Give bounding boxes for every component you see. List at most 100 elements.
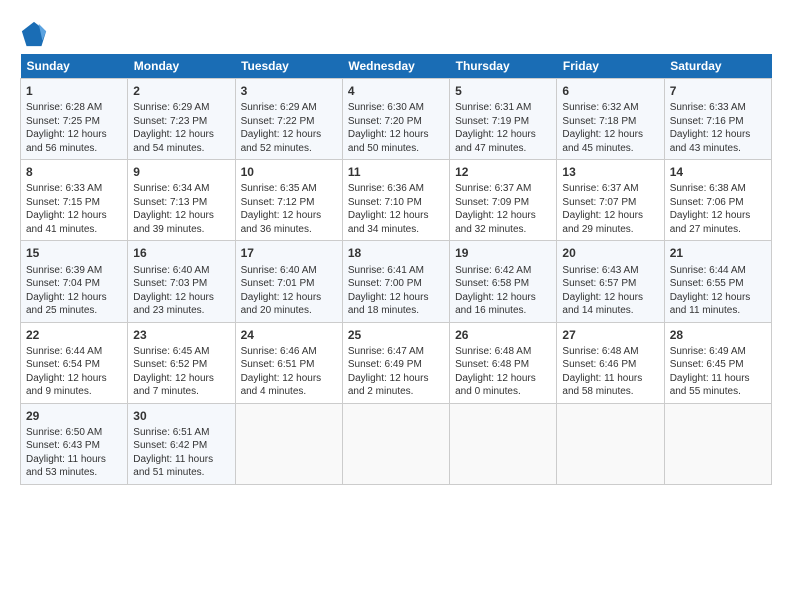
day-number: 10	[241, 164, 337, 180]
day-info: Daylight: 12 hours	[348, 128, 444, 142]
day-info: Daylight: 12 hours	[455, 372, 551, 386]
day-info: Sunrise: 6:46 AM	[241, 345, 337, 359]
day-info: and 50 minutes.	[348, 142, 444, 156]
day-info: and 56 minutes.	[26, 142, 122, 156]
day-info: Daylight: 11 hours	[26, 453, 122, 467]
day-info: Daylight: 12 hours	[455, 291, 551, 305]
weekday-header: Saturday	[664, 54, 771, 79]
day-info: Sunset: 6:54 PM	[26, 358, 122, 372]
calendar-cell: 17Sunrise: 6:40 AMSunset: 7:01 PMDayligh…	[235, 241, 342, 322]
calendar-cell: 23 Sunrise: 6:45 AMSunset: 6:52 PMDayligh…	[128, 322, 235, 403]
weekday-header: Sunday	[21, 54, 128, 79]
day-number: 23	[133, 327, 229, 343]
day-info: and 43 minutes.	[670, 142, 766, 156]
day-info: Daylight: 12 hours	[670, 128, 766, 142]
calendar-week: 22Sunrise: 6:44 AMSunset: 6:54 PMDayligh…	[21, 322, 772, 403]
day-number: 3	[241, 83, 337, 99]
calendar-cell: 4Sunrise: 6:30 AMSunset: 7:20 PMDaylight…	[342, 79, 449, 160]
calendar-cell: 27Sunrise: 6:48 AMSunset: 6:46 PMDayligh…	[557, 322, 664, 403]
day-info: Sunset: 7:22 PM	[241, 115, 337, 129]
day-info: Daylight: 12 hours	[348, 372, 444, 386]
day-number: 20	[562, 245, 658, 261]
calendar-cell: 5Sunrise: 6:31 AMSunset: 7:19 PMDaylight…	[450, 79, 557, 160]
day-info: Daylight: 12 hours	[26, 372, 122, 386]
calendar-cell: 15Sunrise: 6:39 AMSunset: 7:04 PMDayligh…	[21, 241, 128, 322]
day-info: and 51 minutes.	[133, 466, 229, 480]
day-info: Sunset: 7:20 PM	[348, 115, 444, 129]
day-info: Daylight: 12 hours	[133, 128, 229, 142]
day-info: Sunrise: 6:39 AM	[26, 264, 122, 278]
day-info: and 58 minutes.	[562, 385, 658, 399]
day-info: Daylight: 12 hours	[241, 291, 337, 305]
calendar-cell: 13Sunrise: 6:37 AMSunset: 7:07 PMDayligh…	[557, 160, 664, 241]
day-info: Sunset: 6:48 PM	[455, 358, 551, 372]
day-info: Sunrise: 6:43 AM	[562, 264, 658, 278]
weekday-header: Monday	[128, 54, 235, 79]
calendar-cell: 25Sunrise: 6:47 AMSunset: 6:49 PMDayligh…	[342, 322, 449, 403]
day-info: Daylight: 12 hours	[348, 209, 444, 223]
day-info: Sunset: 6:58 PM	[455, 277, 551, 291]
day-info: and 20 minutes.	[241, 304, 337, 318]
day-info: Sunrise: 6:47 AM	[348, 345, 444, 359]
day-info: Sunrise: 6:30 AM	[348, 101, 444, 115]
day-info: Sunrise: 6:45 AM	[133, 345, 229, 359]
day-info: Daylight: 12 hours	[348, 291, 444, 305]
day-info: Sunrise: 6:35 AM	[241, 182, 337, 196]
calendar-cell: 26Sunrise: 6:48 AMSunset: 6:48 PMDayligh…	[450, 322, 557, 403]
day-number: 25	[348, 327, 444, 343]
day-info: and 52 minutes.	[241, 142, 337, 156]
day-info: Sunset: 6:46 PM	[562, 358, 658, 372]
day-info: Daylight: 12 hours	[133, 291, 229, 305]
day-number: 28	[670, 327, 766, 343]
day-number: 19	[455, 245, 551, 261]
day-info: Sunset: 7:19 PM	[455, 115, 551, 129]
day-info: Sunrise: 6:48 AM	[562, 345, 658, 359]
day-info: Sunset: 7:25 PM	[26, 115, 122, 129]
calendar-cell: 9Sunrise: 6:34 AMSunset: 7:13 PMDaylight…	[128, 160, 235, 241]
calendar-cell	[557, 403, 664, 484]
day-info: Daylight: 12 hours	[455, 209, 551, 223]
day-info: Sunset: 6:52 PM	[133, 358, 229, 372]
day-info: Sunrise: 6:33 AM	[670, 101, 766, 115]
day-info: Sunrise: 6:44 AM	[670, 264, 766, 278]
day-info: Daylight: 12 hours	[670, 209, 766, 223]
day-info: Daylight: 12 hours	[133, 372, 229, 386]
day-info: Sunrise: 6:37 AM	[562, 182, 658, 196]
calendar-cell: 2Sunrise: 6:29 AMSunset: 7:23 PMDaylight…	[128, 79, 235, 160]
day-info: and 0 minutes.	[455, 385, 551, 399]
day-info: Sunset: 7:16 PM	[670, 115, 766, 129]
day-info: Sunrise: 6:34 AM	[133, 182, 229, 196]
calendar-header: SundayMondayTuesdayWednesdayThursdayFrid…	[21, 54, 772, 79]
day-info: and 11 minutes.	[670, 304, 766, 318]
day-info: and 4 minutes.	[241, 385, 337, 399]
day-info: Daylight: 12 hours	[562, 291, 658, 305]
calendar-cell: 10Sunrise: 6:35 AMSunset: 7:12 PMDayligh…	[235, 160, 342, 241]
day-info: Sunrise: 6:37 AM	[455, 182, 551, 196]
day-info: Sunset: 7:10 PM	[348, 196, 444, 210]
day-info: Daylight: 11 hours	[562, 372, 658, 386]
day-info: Daylight: 12 hours	[670, 291, 766, 305]
day-number: 8	[26, 164, 122, 180]
day-info: Sunrise: 6:31 AM	[455, 101, 551, 115]
day-number: 9	[133, 164, 229, 180]
day-info: Sunset: 6:55 PM	[670, 277, 766, 291]
day-info: Sunset: 6:45 PM	[670, 358, 766, 372]
day-info: and 27 minutes.	[670, 223, 766, 237]
day-info: Sunset: 7:03 PM	[133, 277, 229, 291]
day-info: and 18 minutes.	[348, 304, 444, 318]
day-info: Daylight: 12 hours	[133, 209, 229, 223]
day-number: 12	[455, 164, 551, 180]
day-info: Sunrise: 6:29 AM	[133, 101, 229, 115]
day-info: and 45 minutes.	[562, 142, 658, 156]
day-number: 11	[348, 164, 444, 180]
calendar-cell: 11 Sunrise: 6:36 AMSunset: 7:10 PMDayligh…	[342, 160, 449, 241]
calendar-cell: 8Sunrise: 6:33 AMSunset: 7:15 PMDaylight…	[21, 160, 128, 241]
day-number: 17	[241, 245, 337, 261]
day-info: Sunset: 7:01 PM	[241, 277, 337, 291]
day-info: Daylight: 12 hours	[241, 209, 337, 223]
calendar-cell	[235, 403, 342, 484]
day-number: 6	[562, 83, 658, 99]
day-info: Sunrise: 6:36 AM	[348, 182, 444, 196]
weekday-row: SundayMondayTuesdayWednesdayThursdayFrid…	[21, 54, 772, 79]
calendar-cell: 16Sunrise: 6:40 AMSunset: 7:03 PMDayligh…	[128, 241, 235, 322]
